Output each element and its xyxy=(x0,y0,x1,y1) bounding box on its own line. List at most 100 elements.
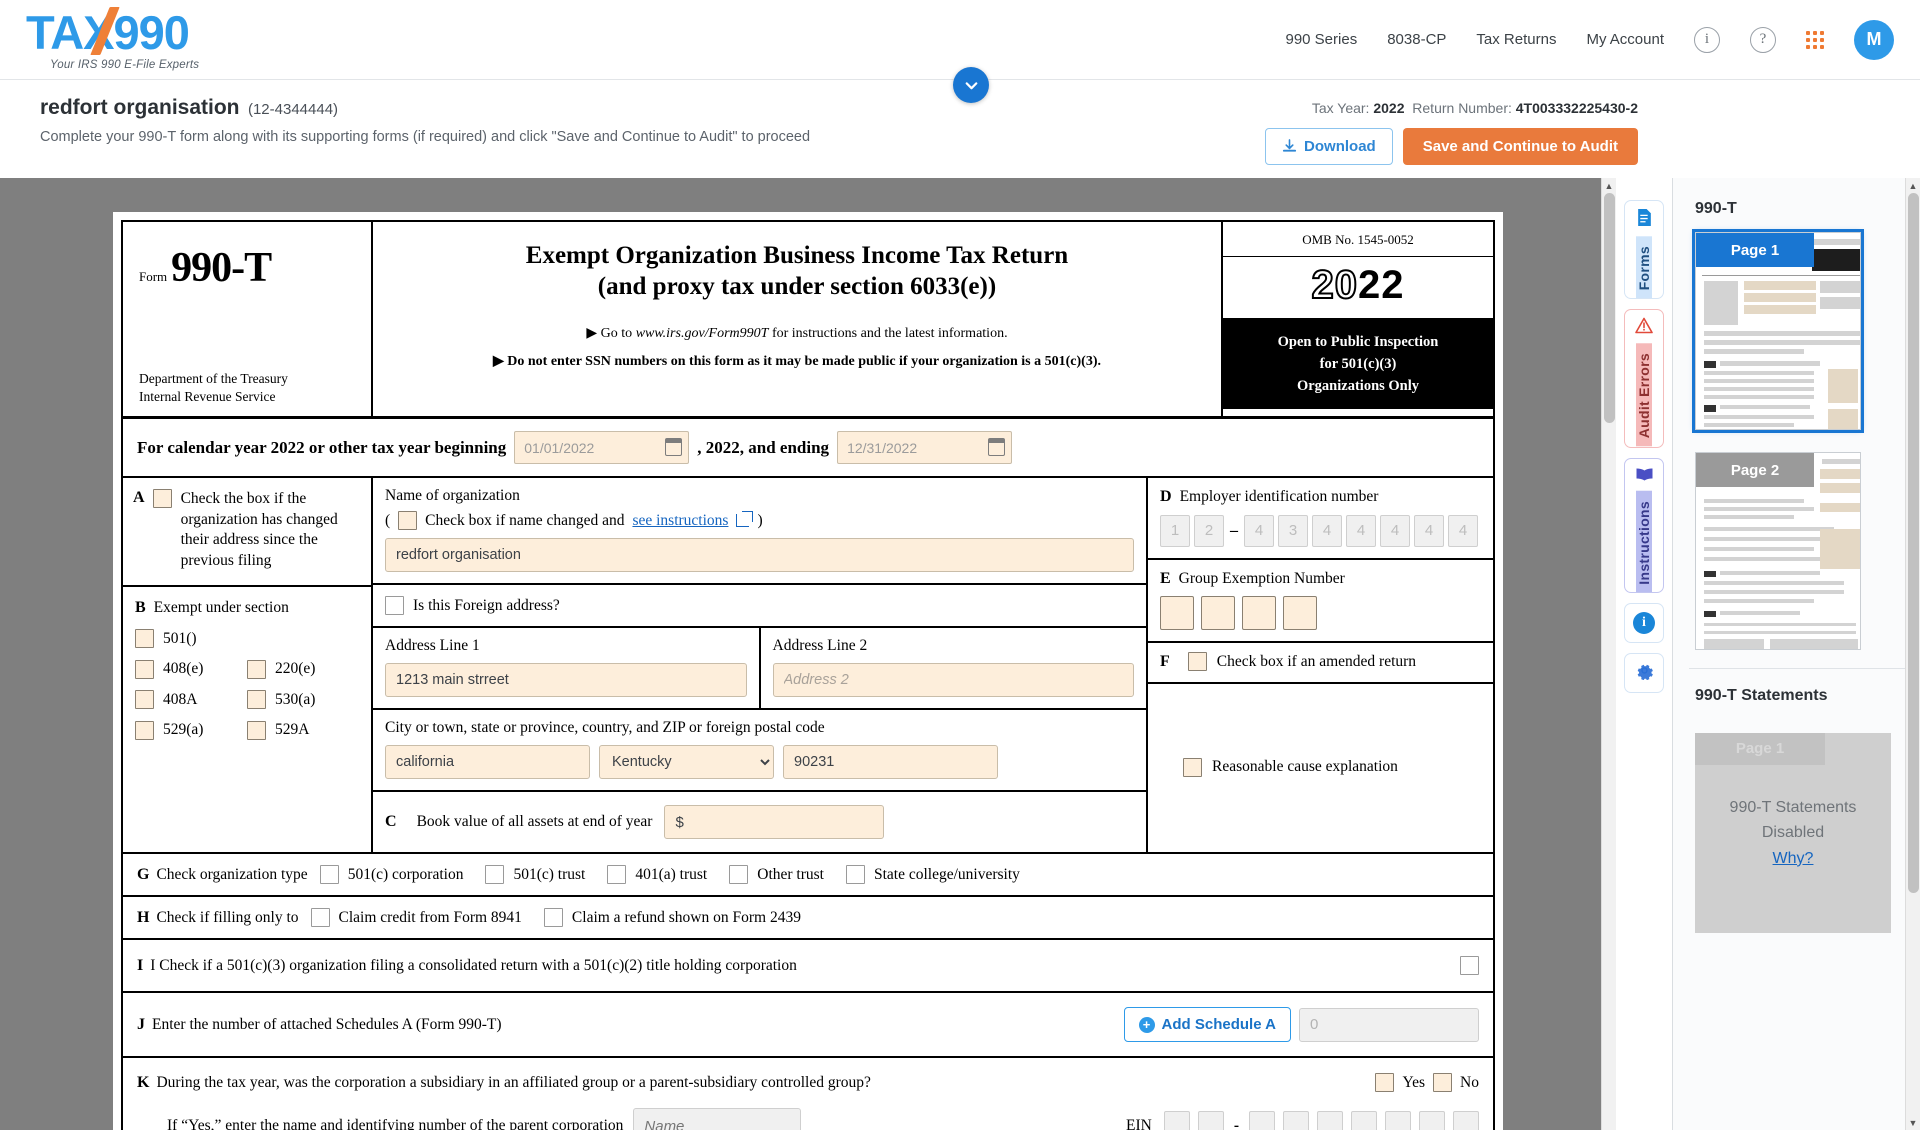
canvas-scrollbar-thumb[interactable] xyxy=(1604,193,1615,423)
nav-item-tax-returns[interactable]: Tax Returns xyxy=(1476,31,1556,48)
nav-item-990-series[interactable]: 990 Series xyxy=(1285,31,1357,48)
ein-digit[interactable]: 4 xyxy=(1448,514,1478,547)
checkbox-529a-paren[interactable] xyxy=(135,720,154,740)
sidebar-scrollbar[interactable]: ▲ ▼ xyxy=(1905,178,1920,1130)
org-type-401a-trust[interactable]: 401(a) trust xyxy=(607,865,707,885)
checkbox-408e[interactable] xyxy=(135,659,154,679)
checkbox-claim-refund-2439[interactable] xyxy=(543,908,563,928)
info-icon[interactable]: i xyxy=(1694,26,1720,53)
scroll-up-arrow-icon[interactable]: ▲ xyxy=(1906,178,1920,193)
city-input[interactable] xyxy=(385,745,590,780)
consolidated-return-checkbox[interactable] xyxy=(1460,956,1479,976)
scroll-up-arrow-icon[interactable]: ▲ xyxy=(1602,178,1616,193)
nav-item-8038-cp[interactable]: 8038-CP xyxy=(1387,31,1446,48)
canvas-scrollbar[interactable]: ▲ xyxy=(1601,178,1616,1130)
nav-item-my-account[interactable]: My Account xyxy=(1586,31,1664,48)
section-b-option-529A[interactable]: 529A xyxy=(247,720,361,740)
scroll-down-arrow-icon[interactable]: ▼ xyxy=(1906,1115,1920,1130)
reasonable-cause-checkbox[interactable] xyxy=(1183,757,1202,777)
checkbox-401a-trust[interactable] xyxy=(607,865,627,885)
org-type-state-college[interactable]: State college/university xyxy=(845,865,1020,885)
parent-ein-box[interactable] xyxy=(1419,1111,1445,1130)
amended-return-checkbox[interactable] xyxy=(1187,652,1207,672)
org-type-501c-corporation[interactable]: 501(c) corporation xyxy=(319,865,463,885)
parent-ein-box[interactable] xyxy=(1163,1111,1190,1130)
page-thumbnail-1[interactable]: Page 1 xyxy=(1692,229,1864,433)
ein-digit[interactable]: 2 xyxy=(1194,514,1224,547)
tax-year-begin-field[interactable] xyxy=(514,431,690,465)
avatar[interactable]: M xyxy=(1854,19,1894,60)
group-exemption-box[interactable] xyxy=(1283,596,1317,631)
checkbox-other-trust[interactable] xyxy=(729,865,749,885)
parent-ein-box[interactable] xyxy=(1283,1111,1309,1130)
section-b-option-529a-paren[interactable]: 529(a) xyxy=(135,720,247,740)
parent-ein-box[interactable] xyxy=(1385,1111,1411,1130)
parent-ein-box[interactable] xyxy=(1453,1111,1479,1130)
statements-disabled-thumbnail[interactable]: Page 1 990-T Statements Disabled Why? xyxy=(1695,733,1891,933)
organization-name-input[interactable] xyxy=(385,538,1134,573)
parent-ein-box[interactable] xyxy=(1249,1111,1275,1130)
help-icon[interactable]: ? xyxy=(1750,26,1776,53)
zip-input[interactable] xyxy=(783,745,998,780)
ein-digit[interactable]: 4 xyxy=(1244,514,1274,547)
download-button[interactable]: Download xyxy=(1265,128,1393,165)
address-line-2-input[interactable] xyxy=(772,663,1134,698)
statements-why-link[interactable]: Why? xyxy=(1773,846,1814,872)
state-select[interactable]: Kentucky xyxy=(599,745,774,780)
parent-ein-box[interactable] xyxy=(1197,1111,1224,1130)
claim-refund-2439[interactable]: Claim a refund shown on Form 2439 xyxy=(543,908,801,928)
ein-digit[interactable]: 4 xyxy=(1346,514,1376,547)
ein-digit[interactable]: 4 xyxy=(1312,514,1342,547)
section-k-no-checkbox[interactable] xyxy=(1433,1073,1453,1093)
parent-name-input[interactable] xyxy=(633,1108,802,1130)
ein-digit[interactable]: 4 xyxy=(1414,514,1444,547)
save-and-continue-button[interactable]: Save and Continue to Audit xyxy=(1402,128,1638,165)
name-changed-checkbox[interactable] xyxy=(398,511,418,531)
sidebar-tab-audit-errors[interactable]: Audit Errors xyxy=(1624,309,1664,448)
checkbox-state-college[interactable] xyxy=(845,865,865,885)
group-exemption-box[interactable] xyxy=(1201,596,1235,631)
checkbox-claim-credit-8941[interactable] xyxy=(310,908,330,928)
see-instructions-link[interactable]: see instructions xyxy=(632,512,728,530)
parent-ein-box[interactable] xyxy=(1317,1111,1343,1130)
sidebar-tab-settings[interactable] xyxy=(1624,653,1664,694)
apps-grid-icon[interactable] xyxy=(1806,30,1824,49)
sidebar-scrollbar-thumb[interactable] xyxy=(1908,193,1919,893)
section-b-option-501[interactable]: 501() xyxy=(135,629,361,649)
checkbox-408a[interactable] xyxy=(135,690,154,710)
checkbox-501c-trust[interactable] xyxy=(485,865,505,885)
tax-year-end-input[interactable] xyxy=(837,431,1013,465)
section-b-option-408e[interactable]: 408(e) xyxy=(135,659,247,679)
ein-digit[interactable]: 1 xyxy=(1160,514,1190,547)
add-schedule-a-button[interactable]: + Add Schedule A xyxy=(1123,1007,1291,1043)
foreign-address-checkbox[interactable] xyxy=(385,596,404,616)
section-b-option-220e[interactable]: 220(e) xyxy=(247,659,361,679)
section-b-option-408a[interactable]: 408A xyxy=(135,690,247,710)
section-k-yes-checkbox[interactable] xyxy=(1375,1073,1395,1093)
checkbox-220e[interactable] xyxy=(247,659,266,679)
org-type-501c-trust[interactable]: 501(c) trust xyxy=(485,865,585,885)
checkbox-501c-corporation[interactable] xyxy=(319,865,339,885)
sidebar-tab-forms[interactable]: Forms xyxy=(1624,200,1664,300)
section-b-option-530a[interactable]: 530(a) xyxy=(247,690,361,710)
checkbox-501[interactable] xyxy=(135,629,154,649)
section-a-checkbox[interactable] xyxy=(152,489,172,509)
checkbox-529A[interactable] xyxy=(247,720,266,740)
book-value-input[interactable] xyxy=(664,805,885,840)
sidebar-tab-instructions[interactable]: Instructions xyxy=(1624,457,1664,594)
ein-digit[interactable]: 4 xyxy=(1380,514,1410,547)
sidebar-tab-info[interactable]: i xyxy=(1624,603,1664,644)
parent-ein-box[interactable] xyxy=(1351,1111,1377,1130)
tax-year-end-field[interactable] xyxy=(837,431,1013,465)
page-thumbnail-2[interactable]: Page 2 xyxy=(1695,452,1861,650)
org-type-other-trust[interactable]: Other trust xyxy=(729,865,824,885)
brand-logo[interactable]: TAX990 Your IRS 990 E-File Experts xyxy=(26,6,256,71)
group-exemption-box[interactable] xyxy=(1160,596,1194,631)
ein-digit[interactable]: 3 xyxy=(1278,514,1308,547)
claim-credit-8941[interactable]: Claim credit from Form 8941 xyxy=(310,908,522,928)
group-exemption-box[interactable] xyxy=(1242,596,1276,631)
address-line-1-input[interactable] xyxy=(385,663,747,698)
checkbox-530a[interactable] xyxy=(247,690,266,710)
tax-year-begin-input[interactable] xyxy=(514,431,690,465)
collapse-header-chevron-icon[interactable] xyxy=(953,67,989,103)
